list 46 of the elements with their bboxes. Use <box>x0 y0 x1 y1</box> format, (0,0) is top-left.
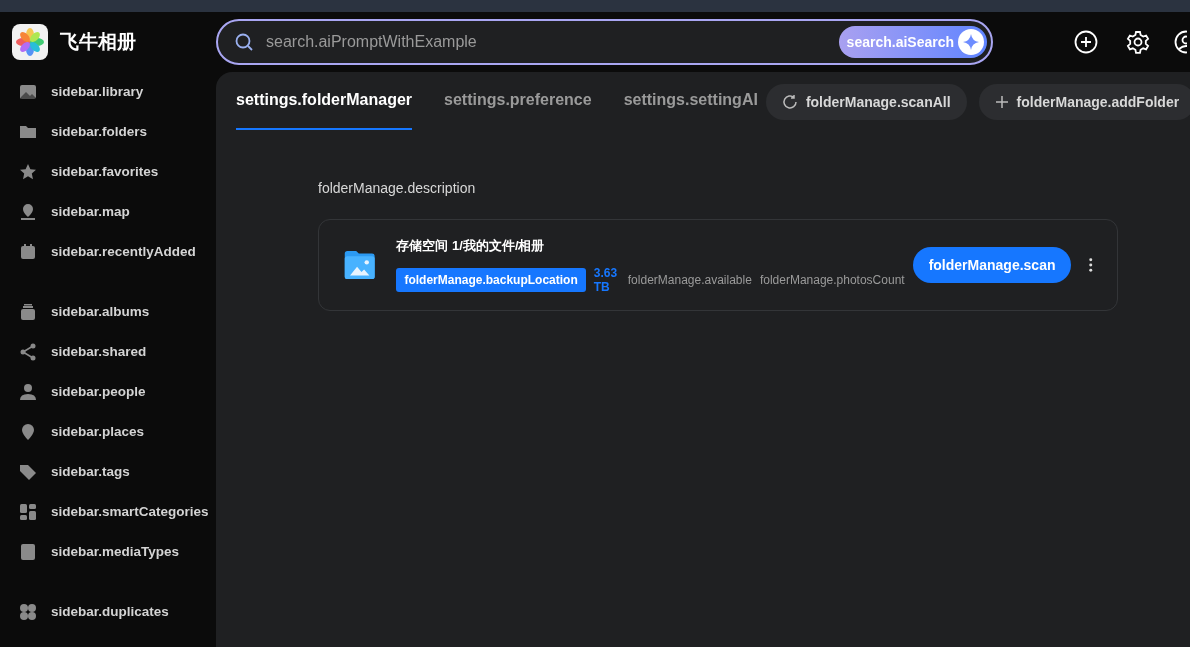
sidebar-item[interactable]: sidebar.places <box>0 412 216 452</box>
sidebar-item[interactable]: sidebar.library <box>0 72 216 112</box>
description-text: folderManage.description <box>318 179 477 198</box>
map-pin-icon <box>18 202 38 222</box>
tag-icon <box>18 462 38 482</box>
sidebar-item[interactable]: sidebar.duplicates <box>0 592 216 632</box>
settings-icon[interactable] <box>1126 30 1150 54</box>
four-circles-icon <box>18 602 38 622</box>
sidebar-item[interactable]: sidebar.shared <box>0 332 216 372</box>
plus-icon <box>994 95 1009 109</box>
sidebar-item[interactable]: sidebar.map <box>0 192 216 232</box>
sparkle-icon <box>958 29 984 55</box>
tab[interactable]: settings.folderManager <box>236 88 413 130</box>
album-stack-icon <box>18 302 38 322</box>
folder-path: 存储空间 1/我的文件/相册 <box>396 237 546 256</box>
tab[interactable]: settings.settingAI <box>623 88 758 130</box>
storage-size: 3.63 TB <box>593 265 619 294</box>
grid-icon <box>18 502 38 522</box>
folder-image-icon <box>343 248 377 282</box>
star-icon <box>18 162 38 182</box>
more-icon[interactable] <box>1089 257 1093 273</box>
sidebar-item[interactable]: sidebar.people <box>0 372 216 412</box>
folder-meta-text: folderManage.available <box>627 271 752 289</box>
calendar-icon <box>18 242 38 262</box>
refresh-icon <box>781 94 798 110</box>
sidebar-item[interactable]: sidebar.smartCategories <box>0 492 216 532</box>
tab[interactable]: settings.preference <box>444 88 592 130</box>
search-icon <box>234 32 254 52</box>
share-icon <box>18 342 38 362</box>
scan-all-button[interactable]: folderManage.scanAll <box>765 84 967 120</box>
sidebar-item[interactable]: sidebar.albums <box>0 292 216 332</box>
sidebar-item[interactable]: sidebar.recentlyAdded <box>0 232 216 272</box>
person-icon <box>18 382 38 402</box>
image-icon <box>18 82 38 102</box>
account-icon[interactable] <box>1174 30 1187 54</box>
sidebar-item[interactable]: sidebar.tags <box>0 452 216 492</box>
sidebar-item[interactable]: sidebar.mediaTypes <box>0 532 216 572</box>
app-logo-icon <box>12 24 48 60</box>
add-folder-button[interactable]: folderManage.addFolder <box>978 84 1190 120</box>
folder-meta-text: folderManage.photosCount <box>759 271 905 289</box>
sidebar-item[interactable]: sidebar.folders <box>0 112 216 152</box>
add-icon[interactable] <box>1074 30 1098 54</box>
sidebar-item[interactable]: sidebar.favorites <box>0 152 216 192</box>
app-title: 飞牛相册 <box>60 29 136 54</box>
backup-location-tag: folderManage.backupLocation <box>396 267 586 292</box>
scan-button[interactable]: folderManage.scan <box>912 247 1072 283</box>
